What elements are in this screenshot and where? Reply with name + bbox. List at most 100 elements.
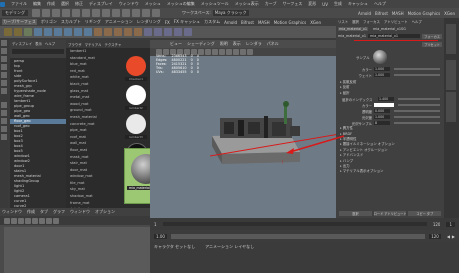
attribute-editor-tab-icon[interactable] — [446, 60, 456, 90]
timeline-track[interactable] — [162, 222, 427, 226]
select-hierarchy-icon[interactable] — [82, 9, 90, 17]
shelf-tab[interactable]: Motion Graphics — [274, 20, 307, 25]
last-tool-icon[interactable] — [1, 88, 7, 94]
ae-node-tab[interactable]: mia_material_x1 — [338, 26, 369, 31]
lighting-icon[interactable] — [226, 49, 232, 55]
color-swatch[interactable] — [374, 103, 394, 108]
ior-field[interactable]: 1.400 — [378, 97, 394, 102]
ae-field-slider[interactable] — [394, 74, 440, 76]
shelf-tab[interactable]: MASH — [258, 20, 270, 25]
select-component-icon[interactable] — [102, 9, 110, 17]
ae-field-slider[interactable] — [394, 68, 440, 70]
ae-sub-slider[interactable] — [394, 110, 440, 113]
viewport-menu-item[interactable]: 照明 — [220, 41, 228, 47]
ae-preset-button[interactable]: プリセット — [422, 42, 442, 47]
ae-field-value[interactable]: 1.000 — [374, 67, 390, 71]
outliner-menu-item[interactable]: ディスプレイ — [12, 41, 32, 46]
material-swatch[interactable]: lambert2 — [122, 85, 150, 110]
xray-icon[interactable] — [240, 49, 246, 55]
rebuild-icon[interactable] — [164, 28, 172, 36]
menu-item[interactable]: サーフェス — [283, 1, 303, 7]
input-output-icon[interactable] — [11, 217, 17, 224]
shelf-tab[interactable]: Arnold — [224, 20, 237, 25]
shelf-tab[interactable]: カーブ/サーフェス — [2, 19, 37, 25]
hypershade-menu-item[interactable]: 作成 — [27, 209, 35, 215]
hypershade-menu-item[interactable]: グラフ — [53, 209, 65, 215]
scale-tool-icon[interactable] — [1, 80, 7, 86]
top-tab[interactable]: MASH — [392, 11, 404, 16]
hypershade-graph-area[interactable] — [4, 227, 150, 273]
ae-sub-slider[interactable] — [394, 122, 440, 125]
isolate-icon[interactable] — [247, 49, 253, 55]
ae-menu-item[interactable]: フォーカス — [363, 19, 380, 24]
shelf-tab[interactable]: FX — [165, 20, 170, 25]
shelf-tab[interactable]: レンダリング — [137, 19, 161, 25]
hypershade-menu-item[interactable]: タブ — [40, 209, 48, 215]
viewport-menu-item[interactable]: シェーディング — [187, 41, 215, 47]
ae-menu-item[interactable]: リスト — [338, 19, 348, 24]
menu-item[interactable]: キャッシュ — [348, 1, 368, 7]
attach-icon[interactable] — [144, 28, 152, 36]
ae-button[interactable]: ロード アトリビュート — [373, 210, 407, 216]
shelf-tab[interactable]: リギング — [85, 19, 101, 25]
time-slider[interactable]: 1 120 1 — [150, 218, 459, 230]
menu-item[interactable]: メッシュ表示 — [235, 1, 259, 7]
outliner-menu-item[interactable]: ヘルプ — [45, 41, 55, 46]
rotate-tool-icon[interactable] — [1, 72, 7, 78]
hypershade-menu-item[interactable]: ウィンドウ — [2, 209, 22, 215]
top-tab[interactable]: XGen — [444, 11, 455, 16]
grid-snap-icon[interactable] — [39, 217, 45, 224]
shelf-tab[interactable]: FX キャッシュ — [174, 19, 200, 25]
save-scene-icon[interactable] — [52, 9, 60, 17]
tool-settings-tab-icon[interactable] — [446, 92, 456, 122]
hypershade-menu-item[interactable]: オプション — [95, 209, 115, 215]
bevel-icon[interactable] — [134, 28, 142, 36]
ae-sub-slider[interactable] — [394, 116, 440, 119]
smooth-shade-icon[interactable] — [212, 49, 218, 55]
four-view-icon[interactable] — [1, 110, 7, 116]
graph-icon[interactable] — [4, 217, 10, 224]
viewport-menu-item[interactable]: 表示 — [233, 41, 241, 47]
circle-icon[interactable] — [24, 28, 32, 36]
anim-layer-label[interactable]: アニメーション レイヤなし — [205, 244, 254, 250]
menu-item[interactable]: 変形 — [308, 1, 316, 7]
curve-ep-icon[interactable] — [14, 28, 22, 36]
move-tool-icon[interactable] — [1, 64, 7, 70]
snap-curve-icon[interactable] — [122, 9, 130, 17]
ior-slider[interactable] — [398, 98, 440, 101]
wireframe-icon[interactable] — [205, 49, 211, 55]
loft-icon[interactable] — [94, 28, 102, 36]
ipr-render-icon[interactable] — [152, 9, 160, 17]
single-view-icon[interactable] — [1, 102, 7, 108]
viewport-menu-item[interactable]: パネル — [267, 41, 279, 47]
shelf-tab[interactable]: Bifrost — [241, 20, 254, 25]
ae-section[interactable]: マテリアル表示オプション — [336, 169, 444, 174]
new-scene-icon[interactable] — [32, 9, 40, 17]
select-object-icon[interactable] — [92, 9, 100, 17]
ae-sub-value[interactable]: 0.000 — [374, 109, 390, 114]
workspace-select[interactable]: Maya クラシック — [212, 10, 249, 16]
current-frame-field[interactable]: 1 — [446, 221, 455, 227]
menu-item[interactable]: 生成 — [334, 1, 342, 7]
hypershade-menu-item[interactable]: ウィンドウ — [70, 209, 90, 215]
ae-sub-slider[interactable] — [398, 104, 440, 107]
rearrange-icon[interactable] — [25, 217, 31, 224]
trim-icon[interactable] — [174, 28, 182, 36]
outliner-search-field[interactable] — [12, 49, 64, 54]
frame-all-icon[interactable] — [53, 217, 59, 224]
menu-item[interactable]: ヘルプ — [374, 1, 386, 7]
menu-item[interactable]: ディスプレイ — [89, 1, 113, 7]
cube-icon[interactable] — [44, 28, 52, 36]
ae-focus-button[interactable]: フォーカス — [422, 33, 442, 39]
top-tab[interactable]: Bifrost — [375, 11, 388, 16]
ae-node-tab[interactable]: mia_material_x1SG — [372, 27, 407, 31]
frame-selected-icon[interactable] — [46, 217, 52, 224]
shelf-tab[interactable]: スカルプト — [61, 19, 81, 25]
sphere-icon[interactable] — [34, 28, 42, 36]
snap-grid-icon[interactable] — [112, 9, 120, 17]
material-swatch[interactable]: lambert3 — [122, 114, 150, 139]
redo-icon[interactable] — [72, 9, 80, 17]
extrude-icon[interactable] — [104, 28, 112, 36]
boolean-icon[interactable] — [184, 28, 192, 36]
clear-graph-icon[interactable] — [18, 217, 24, 224]
